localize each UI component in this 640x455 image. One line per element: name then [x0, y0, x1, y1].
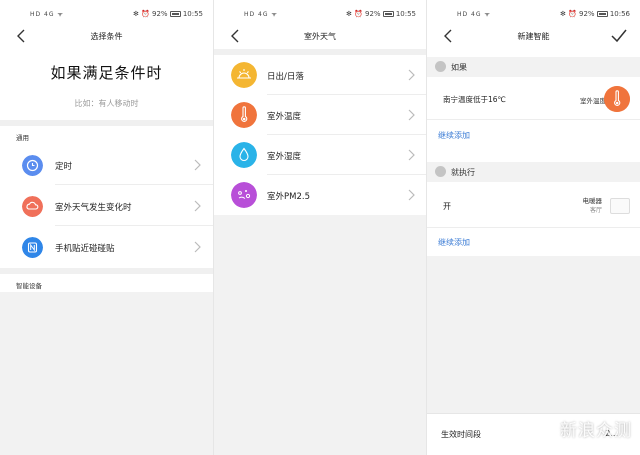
section-separator — [0, 120, 213, 126]
then-arrow-icon — [435, 166, 446, 177]
clock-icon — [22, 155, 43, 176]
add-action-link[interactable]: 继续添加 — [438, 237, 470, 248]
list-item-label: 日出/日落 — [267, 72, 304, 82]
row-divider — [55, 225, 213, 226]
status-right: ✻ ⏰ 92% 10:55 — [132, 10, 203, 18]
battery-percent: 92% — [365, 10, 381, 18]
condition-type: 室外温度 — [580, 97, 606, 105]
battery-percent: 92% — [579, 10, 595, 18]
device-thumbnail — [610, 198, 630, 214]
status-right: ✻ ⏰ 92% 10:55 — [345, 10, 416, 18]
chevron-right-icon — [194, 241, 201, 253]
battery-percent: 92% — [152, 10, 168, 18]
empty-devices-area — [0, 292, 213, 455]
screen-select-condition: HD 4G ᯤ ✻ ⏰ 92% 10:55 选择条件 如果满足条件时 比如：有人… — [0, 0, 213, 455]
condition-text: 南宁温度低于16℃ — [443, 95, 506, 104]
nfc-icon — [22, 237, 43, 258]
action-device: 电暖器 — [582, 197, 603, 205]
row-divider — [55, 184, 213, 185]
status-right: ✻ ⏰ 92% 10:56 — [559, 10, 630, 18]
section-label-general: 通用 — [16, 134, 29, 142]
page-title: 新建智能 — [517, 32, 550, 41]
page-title: 选择条件 — [90, 32, 123, 41]
row-divider — [427, 119, 640, 120]
then-label: 就执行 — [451, 168, 475, 177]
network-indicators: HD 4G ᯤ — [244, 11, 278, 18]
condition-row[interactable]: 南宁温度低于16℃ 室外温度 — [427, 80, 640, 118]
list-item-timer[interactable]: 定时 — [0, 145, 213, 185]
list-item-outdoor-pm25[interactable]: 室外PM2.5 — [214, 175, 426, 215]
list-item-label: 定时 — [55, 162, 73, 172]
nav-bar: 选择条件 — [0, 24, 213, 50]
list-item-label: 室外PM2.5 — [267, 192, 310, 202]
action-text: 开 — [443, 202, 451, 211]
chevron-right-icon — [408, 189, 415, 201]
screen-new-automation: HD 4G ᯤ ✻ ⏰ 92% 10:56 新建智能 如果 南宁温度低于16℃ … — [427, 0, 640, 455]
if-label: 如果 — [451, 63, 467, 72]
confirm-check-icon[interactable] — [610, 27, 628, 45]
network-indicators: HD 4G ᯤ — [457, 11, 491, 18]
humidity-icon — [231, 142, 257, 168]
add-condition-link[interactable]: 继续添加 — [438, 130, 470, 141]
list-item-label: 室外天气发生变化时 — [55, 203, 132, 213]
clock-time: 10:55 — [182, 10, 203, 18]
screen-outdoor-weather: HD 4G ᯤ ✻ ⏰ 92% 10:55 室外天气 日出/日落 室外温度 室外… — [214, 0, 426, 455]
list-item-nfc[interactable]: 手机贴近碰碰贴 — [0, 227, 213, 267]
chevron-right-icon — [194, 159, 201, 171]
chevron-right-icon — [194, 200, 201, 212]
weather-icon — [22, 196, 43, 217]
row-divider — [427, 227, 640, 228]
action-room: 客厅 — [589, 207, 602, 214]
battery-icon — [382, 11, 394, 17]
section-separator — [0, 268, 213, 274]
chevron-right-icon — [408, 69, 415, 81]
clock-time: 10:56 — [609, 10, 630, 18]
then-section-header: 就执行 — [427, 162, 640, 182]
nav-bar: 室外天气 — [214, 24, 426, 50]
effective-time-label: 生效时间段 — [441, 430, 481, 439]
if-icon — [435, 61, 446, 72]
list-item-label: 手机贴近碰碰贴 — [55, 244, 115, 254]
thermometer-icon — [231, 102, 257, 128]
list-item-outdoor-humidity[interactable]: 室外湿度 — [214, 135, 426, 175]
battery-icon — [596, 11, 608, 17]
pm25-icon — [231, 182, 257, 208]
list-item-label: 室外湿度 — [267, 152, 302, 162]
list-item-weather-change[interactable]: 室外天气发生变化时 — [0, 186, 213, 226]
empty-area — [214, 215, 426, 455]
list-item-outdoor-temperature[interactable]: 室外温度 — [214, 95, 426, 135]
sun-icon — [231, 62, 257, 88]
action-row[interactable]: 开 电暖器 客厅 — [427, 185, 640, 227]
section-label-devices: 智能设备 — [16, 282, 42, 290]
thermometer-icon — [604, 86, 630, 112]
list-item-sunrise-sunset[interactable]: 日出/日落 — [214, 55, 426, 95]
empty-area — [427, 256, 640, 413]
page-title: 室外天气 — [304, 32, 336, 41]
status-bar: HD 4G ᯤ ✻ ⏰ 92% 10:55 — [0, 0, 213, 22]
condition-hint: 比如：有人移动时 — [74, 99, 139, 108]
nav-bar: 新建智能 — [427, 24, 640, 50]
status-bar: HD 4G ᯤ ✻ ⏰ 92% 10:56 — [427, 0, 640, 22]
network-indicators: HD 4G ᯤ — [30, 11, 64, 18]
condition-heading: 如果满足条件时 — [50, 64, 163, 82]
if-section-header: 如果 — [427, 57, 640, 77]
list-item-label: 室外温度 — [267, 112, 302, 122]
status-bar: HD 4G ᯤ ✻ ⏰ 92% 10:55 — [214, 0, 426, 22]
chevron-right-icon — [408, 109, 415, 121]
watermark: 新浪众测 — [560, 421, 632, 441]
chevron-right-icon — [408, 149, 415, 161]
battery-icon — [169, 11, 181, 17]
clock-time: 10:55 — [395, 10, 416, 18]
